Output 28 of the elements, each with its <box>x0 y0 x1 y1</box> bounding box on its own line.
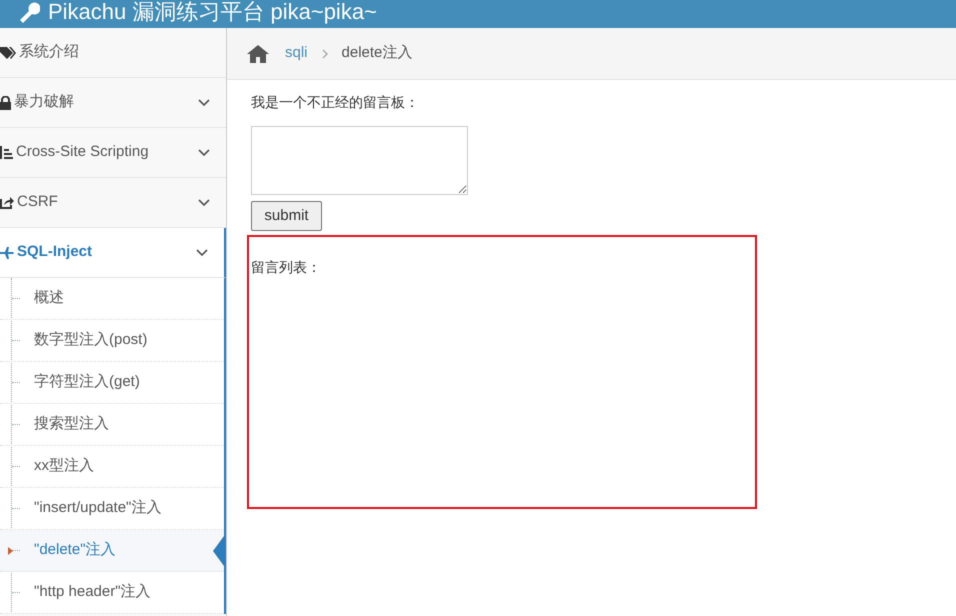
home-icon <box>247 44 269 62</box>
chevron-right-icon <box>322 48 328 58</box>
message-textarea[interactable] <box>251 126 468 195</box>
submit-button[interactable]: submit <box>251 201 322 231</box>
bar-chart-icon <box>0 146 13 159</box>
nav-label: Cross-Site Scripting <box>16 142 149 162</box>
plane-icon <box>0 246 14 258</box>
wrench-icon <box>18 1 40 23</box>
nav-label: 暴力破解 <box>14 92 74 112</box>
share-icon <box>0 196 14 209</box>
nav-subitem[interactable]: 字符型注入(get) <box>0 362 224 404</box>
nav-item[interactable]: SQL-Inject <box>0 228 226 278</box>
nav-subitem[interactable]: xx型注入 <box>0 446 224 488</box>
breadcrumb-current: delete注入 <box>342 43 412 64</box>
nav-subitem[interactable]: 搜索型注入 <box>0 404 224 446</box>
nav-label: 系统介绍 <box>19 42 79 62</box>
caret-right-icon <box>8 546 13 554</box>
nav-subitem[interactable]: 数字型注入(post) <box>0 320 224 362</box>
nav-subitem[interactable]: "http header"注入 <box>0 572 224 614</box>
tag-icon <box>0 46 16 60</box>
lock-icon <box>0 96 11 110</box>
list-title: 留言列表： <box>251 258 322 277</box>
nav-subitem[interactable]: 概述 <box>0 278 224 320</box>
nav-label: SQL-Inject <box>17 242 92 262</box>
app-title: Pikachu 漏洞练习平台 pika~pika~ <box>48 0 377 26</box>
nav-subitem[interactable]: "delete"注入 <box>0 530 224 572</box>
nav-label: CSRF <box>17 192 58 212</box>
form-prompt: 我是一个不正经的留言板： <box>251 93 420 112</box>
